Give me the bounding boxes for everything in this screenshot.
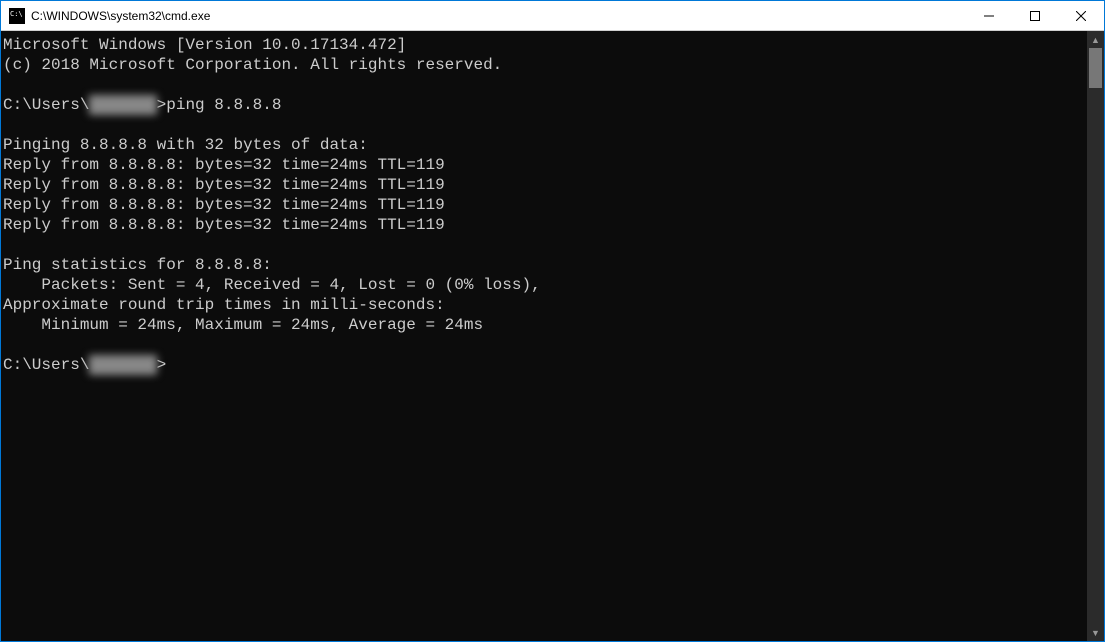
- stats-header: Ping statistics for 8.8.8.8:: [3, 256, 272, 274]
- window-title: C:\WINDOWS\system32\cmd.exe: [31, 9, 210, 23]
- close-button[interactable]: [1058, 1, 1104, 30]
- banner-line-2: (c) 2018 Microsoft Corporation. All righ…: [3, 56, 502, 74]
- maximize-button[interactable]: [1012, 1, 1058, 30]
- minimize-button[interactable]: [966, 1, 1012, 30]
- username-redacted-2: XXXXXXX: [89, 355, 156, 375]
- stats-rtt-header: Approximate round trip times in milli-se…: [3, 296, 445, 314]
- scroll-up-arrow-icon[interactable]: ▲: [1087, 31, 1104, 48]
- scroll-down-arrow-icon[interactable]: ▼: [1087, 624, 1104, 641]
- username-redacted-1: XXXXXXX: [89, 95, 156, 115]
- titlebar[interactable]: C:\WINDOWS\system32\cmd.exe: [1, 1, 1104, 31]
- maximize-icon: [1030, 11, 1040, 21]
- banner-line-1: Microsoft Windows [Version 10.0.17134.47…: [3, 36, 406, 54]
- cmd-icon: [9, 8, 25, 24]
- ping-reply-2: Reply from 8.8.8.8: bytes=32 time=24ms T…: [3, 176, 445, 194]
- cmd-window: C:\WINDOWS\system32\cmd.exe Microsoft Wi…: [0, 0, 1105, 642]
- ping-reply-1: Reply from 8.8.8.8: bytes=32 time=24ms T…: [3, 156, 445, 174]
- console-output[interactable]: Microsoft Windows [Version 10.0.17134.47…: [1, 31, 1087, 641]
- prompt-1-suffix: >: [157, 96, 167, 114]
- window-controls: [966, 1, 1104, 30]
- close-icon: [1076, 11, 1086, 21]
- ping-reply-3: Reply from 8.8.8.8: bytes=32 time=24ms T…: [3, 196, 445, 214]
- vertical-scrollbar[interactable]: ▲ ▼: [1087, 31, 1104, 641]
- prompt-1-prefix: C:\Users\: [3, 96, 89, 114]
- ping-reply-4: Reply from 8.8.8.8: bytes=32 time=24ms T…: [3, 216, 445, 234]
- minimize-icon: [984, 11, 994, 21]
- stats-rtt: Minimum = 24ms, Maximum = 24ms, Average …: [3, 316, 483, 334]
- console-area: Microsoft Windows [Version 10.0.17134.47…: [1, 31, 1104, 641]
- command-1: ping 8.8.8.8: [166, 96, 281, 114]
- prompt-2-suffix: >: [157, 356, 167, 374]
- ping-header: Pinging 8.8.8.8 with 32 bytes of data:: [3, 136, 368, 154]
- prompt-2-prefix: C:\Users\: [3, 356, 89, 374]
- scroll-thumb[interactable]: [1089, 48, 1102, 88]
- stats-packets: Packets: Sent = 4, Received = 4, Lost = …: [3, 276, 541, 294]
